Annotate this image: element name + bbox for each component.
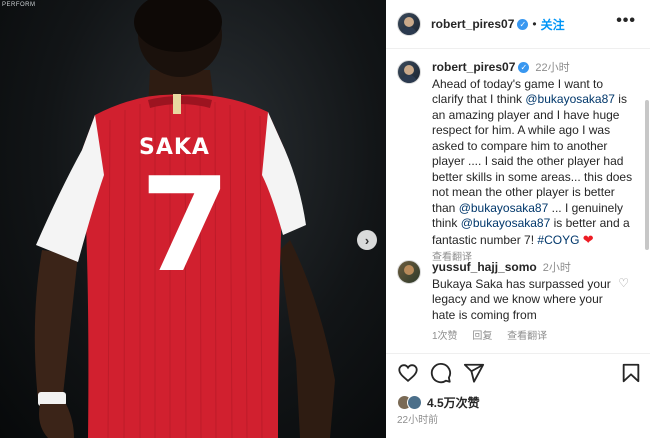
next-photo-button[interactable]: › — [357, 230, 377, 250]
header-username[interactable]: robert_pires07 — [431, 17, 514, 31]
comment-translate-link[interactable]: 查看翻译 — [507, 331, 547, 342]
scrollbar[interactable] — [645, 100, 649, 250]
caption: robert_pires07 ✓ 22小时 Ahead of today's gam… — [397, 60, 645, 266]
liker-avatar — [407, 395, 422, 410]
comment-meta: 1次赞 回复 查看翻译 — [432, 329, 612, 345]
bookmark-icon[interactable] — [620, 362, 642, 384]
avatar[interactable] — [397, 12, 421, 36]
separator-dot: • — [532, 17, 537, 31]
post-header: robert_pires07 ✓ • 关注 ••• — [386, 0, 650, 49]
verified-icon: ✓ — [517, 18, 529, 30]
caption-body: robert_pires07 ✓ 22小时 Ahead of today's gam… — [432, 60, 637, 266]
action-bar: 4.5万次赞 22小时前 — [386, 353, 650, 439]
verified-icon: ✓ — [518, 62, 530, 74]
comment-username[interactable]: yussuf_hajj_somo — [432, 260, 537, 274]
follow-button[interactable]: 关注 — [541, 16, 565, 33]
caption-username[interactable]: robert_pires07 — [432, 60, 515, 74]
comment-body: yussuf_hajj_somo 2小时 Bukaya Saka has surp… — [432, 260, 612, 345]
mention-link[interactable]: @bukayosaka87 — [459, 201, 549, 215]
comment-icon[interactable] — [430, 362, 452, 384]
likes-row: 4.5万次赞 — [397, 394, 480, 411]
reply-button[interactable]: 回复 — [472, 331, 492, 342]
comments-section[interactable]: robert_pires07 ✓ 22小时 Ahead of today's gam… — [386, 48, 650, 353]
caption-avatar[interactable] — [397, 60, 421, 84]
share-icon[interactable] — [463, 362, 485, 384]
post-panel: robert_pires07 ✓ • 关注 ••• robert_pires07… — [386, 0, 650, 438]
comment-text: Bukaya Saka has surpassed your legacy an… — [432, 276, 611, 322]
comment-like-heart-icon[interactable]: ♡ — [618, 276, 629, 290]
jersey-number: 7 — [140, 149, 231, 301]
more-horizontal-icon[interactable]: ••• — [616, 12, 636, 30]
post-time[interactable]: 22小时前 — [397, 411, 438, 426]
comment-time[interactable]: 2小时 — [543, 262, 571, 274]
red-heart-icon: ❤ — [582, 231, 594, 247]
caption-time[interactable]: 22小时 — [535, 62, 569, 74]
likes-count[interactable]: 4.5万次赞 — [427, 394, 480, 411]
photo-watermark: PERFORM — [2, 2, 36, 8]
comment: yussuf_hajj_somo 2小时 Bukaya Saka has surp… — [397, 260, 645, 345]
comment-avatar[interactable] — [397, 260, 421, 284]
chevron-right-icon: › — [364, 232, 370, 248]
mention-link[interactable]: @bukayosaka87 — [461, 216, 551, 230]
post-photo: PERFORM SAKA 7 › — [0, 0, 386, 438]
hashtag-link[interactable]: #COYG — [537, 233, 579, 247]
comment-likes[interactable]: 1次赞 — [432, 331, 458, 342]
caption-text: is an amazing player and I have huge res… — [432, 92, 633, 215]
heart-icon[interactable] — [397, 362, 419, 384]
mention-link[interactable]: @bukayosaka87 — [525, 92, 615, 106]
